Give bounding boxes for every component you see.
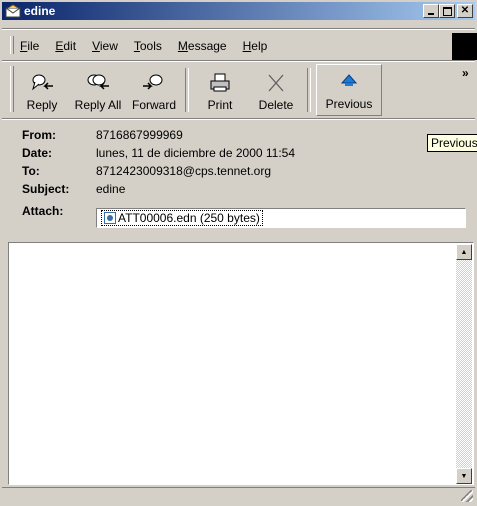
- maximize-icon: [442, 6, 452, 16]
- attachment-name: ATT00006.edn (250 bytes): [118, 211, 260, 225]
- close-button[interactable]: ✕: [457, 4, 473, 18]
- subject-row: Subject: edine: [22, 180, 472, 198]
- status-bar: [2, 487, 475, 504]
- menu-label-rest: ools: [139, 39, 162, 53]
- menu-top-divider: [2, 28, 475, 30]
- menu-accelerator: M: [177, 39, 188, 53]
- to-row: To: 8712423009318@cps.tennet.org: [22, 162, 472, 180]
- previous-tooltip: Previous: [427, 134, 477, 152]
- from-value: 8716867999969: [96, 128, 183, 142]
- from-row: From: 8716867999969: [22, 126, 472, 144]
- print-label: Print: [207, 98, 233, 112]
- menu-label-rest: dit: [63, 39, 77, 53]
- date-row: Date: lunes, 11 de diciembre de 2000 11:…: [22, 144, 472, 162]
- menu-message[interactable]: Message: [170, 39, 235, 53]
- scroll-up-arrow-icon: ▲: [460, 248, 468, 256]
- delete-x-icon: [263, 72, 289, 94]
- envelope-icon: [5, 4, 21, 18]
- date-value: lunes, 11 de diciembre de 2000 11:54: [96, 146, 296, 160]
- toolbar-separator: [307, 68, 311, 112]
- toolbar: Reply Reply All Forward Print Delete Pre…: [14, 64, 382, 116]
- menu-label-rest: essage: [187, 39, 227, 53]
- to-label: To:: [22, 164, 40, 178]
- previous-button[interactable]: Previous: [316, 64, 382, 116]
- reply-all-icon: [85, 72, 111, 94]
- attachment-item[interactable]: ATT00006.edn (250 bytes): [101, 210, 263, 226]
- menu-label-rest: iew: [99, 39, 118, 53]
- scroll-down-button[interactable]: ▼: [456, 468, 472, 484]
- message-body[interactable]: ▲ ▼: [8, 242, 474, 485]
- scroll-up-button[interactable]: ▲: [456, 244, 472, 260]
- close-icon: ✕: [460, 5, 470, 16]
- delete-label: Delete: [258, 98, 294, 112]
- toolbar-separator: [185, 68, 189, 112]
- attachment-field[interactable]: ATT00006.edn (250 bytes): [96, 208, 466, 228]
- menu-accelerator: H: [242, 39, 252, 53]
- message-headers: From: 8716867999969 Date: lunes, 11 de d…: [22, 126, 472, 220]
- menu-label-rest: ile: [27, 39, 40, 53]
- menu-help[interactable]: Help: [235, 39, 276, 53]
- menu-file[interactable]: File: [12, 39, 47, 53]
- headers-top-divider: [2, 118, 475, 120]
- minimize-icon: [428, 13, 434, 15]
- vertical-scrollbar[interactable]: ▲ ▼: [456, 244, 472, 484]
- maximize-button[interactable]: [439, 4, 455, 18]
- minimize-button[interactable]: [423, 4, 439, 18]
- menu-label-rest: elp: [251, 39, 268, 53]
- menu-tools[interactable]: Tools: [126, 39, 170, 53]
- menu-edit[interactable]: Edit: [47, 39, 84, 53]
- title-bar[interactable]: edine ✕: [2, 2, 475, 20]
- print-button[interactable]: Print: [192, 64, 248, 116]
- attachment-file-icon: [104, 212, 116, 224]
- forward-icon: [141, 72, 167, 94]
- resize-grip-icon[interactable]: [461, 490, 473, 502]
- reply-button[interactable]: Reply: [14, 64, 70, 116]
- previous-label: Previous: [325, 97, 373, 111]
- reply-all-label: Reply All: [74, 98, 122, 112]
- scroll-down-arrow-icon: ▼: [460, 472, 468, 480]
- from-label: From:: [22, 128, 56, 142]
- menu-accelerator: V: [92, 39, 100, 53]
- menu-bar: File Edit View Tools Message Help: [12, 36, 275, 56]
- date-label: Date:: [22, 146, 53, 160]
- subject-value: edine: [96, 182, 126, 196]
- message-window: edine ✕ File Edit View Tools Message Help Rep…: [0, 0, 477, 506]
- delete-button[interactable]: Delete: [248, 64, 304, 116]
- toolbar-overflow-chevron[interactable]: »: [462, 66, 469, 80]
- to-value: 8712423009318@cps.tennet.org: [96, 164, 271, 178]
- subject-label: Subject:: [22, 182, 70, 196]
- attach-label: Attach:: [22, 204, 64, 218]
- reply-all-button[interactable]: Reply All: [70, 64, 126, 116]
- windows-logo-box: [452, 33, 477, 60]
- menu-view[interactable]: View: [84, 39, 126, 53]
- toolbar-top-divider: [2, 60, 475, 62]
- up-arrow-icon: [336, 71, 362, 93]
- forward-button[interactable]: Forward: [126, 64, 182, 116]
- window-title: edine: [24, 4, 56, 18]
- printer-icon: [207, 72, 233, 94]
- reply-icon: [29, 72, 55, 94]
- reply-label: Reply: [26, 98, 58, 112]
- forward-label: Forward: [131, 98, 176, 112]
